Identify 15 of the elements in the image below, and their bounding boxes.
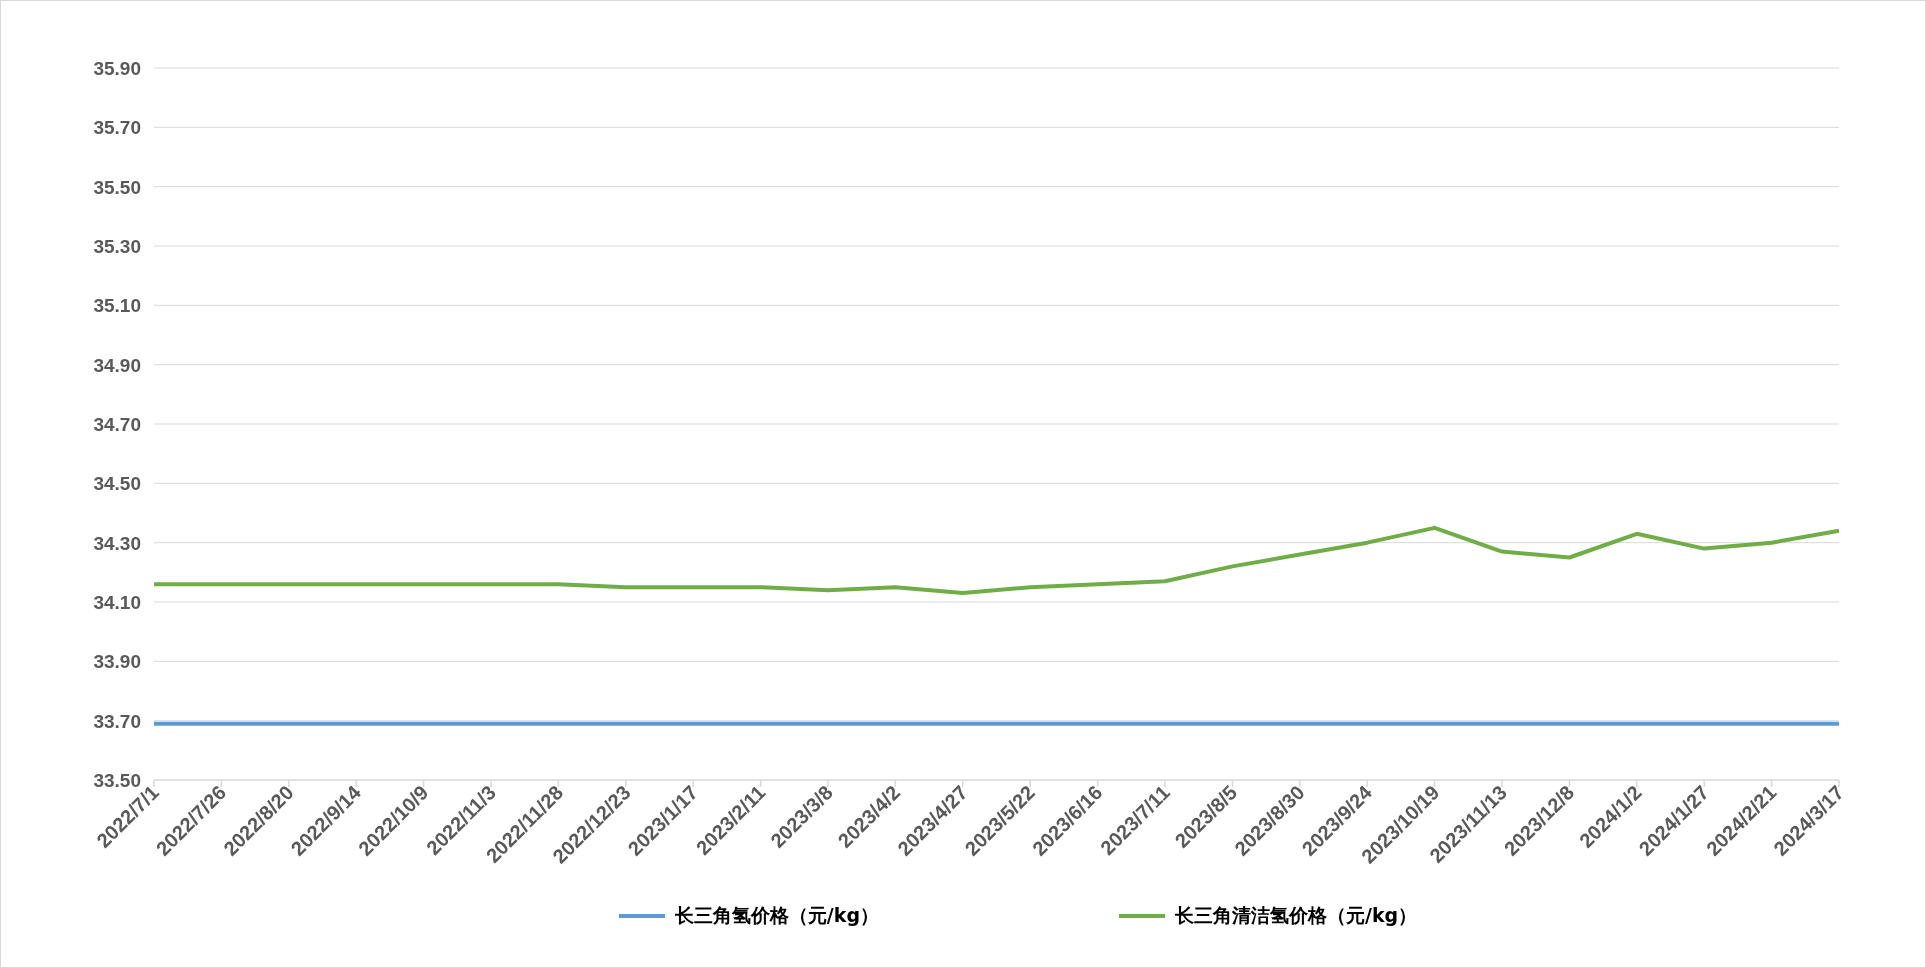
y-axis-label: 33.90: [93, 651, 141, 673]
y-axis-label: 33.50: [93, 770, 141, 791]
y-axis-label: 34.50: [93, 473, 141, 495]
y-axis-label: 33.70: [93, 710, 141, 732]
y-axis-label: 34.90: [93, 354, 141, 376]
y-axis-label: 35.50: [93, 176, 141, 198]
y-axis-label: 34.70: [93, 414, 141, 435]
y-axis-label: 35.10: [93, 295, 141, 317]
legend-label: 长三角氢价格（元/kg）: [674, 903, 879, 928]
y-axis-label: 35.30: [93, 236, 141, 257]
y-axis-label: 35.70: [93, 117, 141, 139]
y-axis-label: 35.90: [93, 58, 141, 79]
legend-label: 长三角清洁氢价格（元/kg）: [1175, 903, 1418, 928]
y-axis-label: 34.30: [93, 532, 141, 554]
y-axis-label: 34.10: [93, 592, 141, 613]
